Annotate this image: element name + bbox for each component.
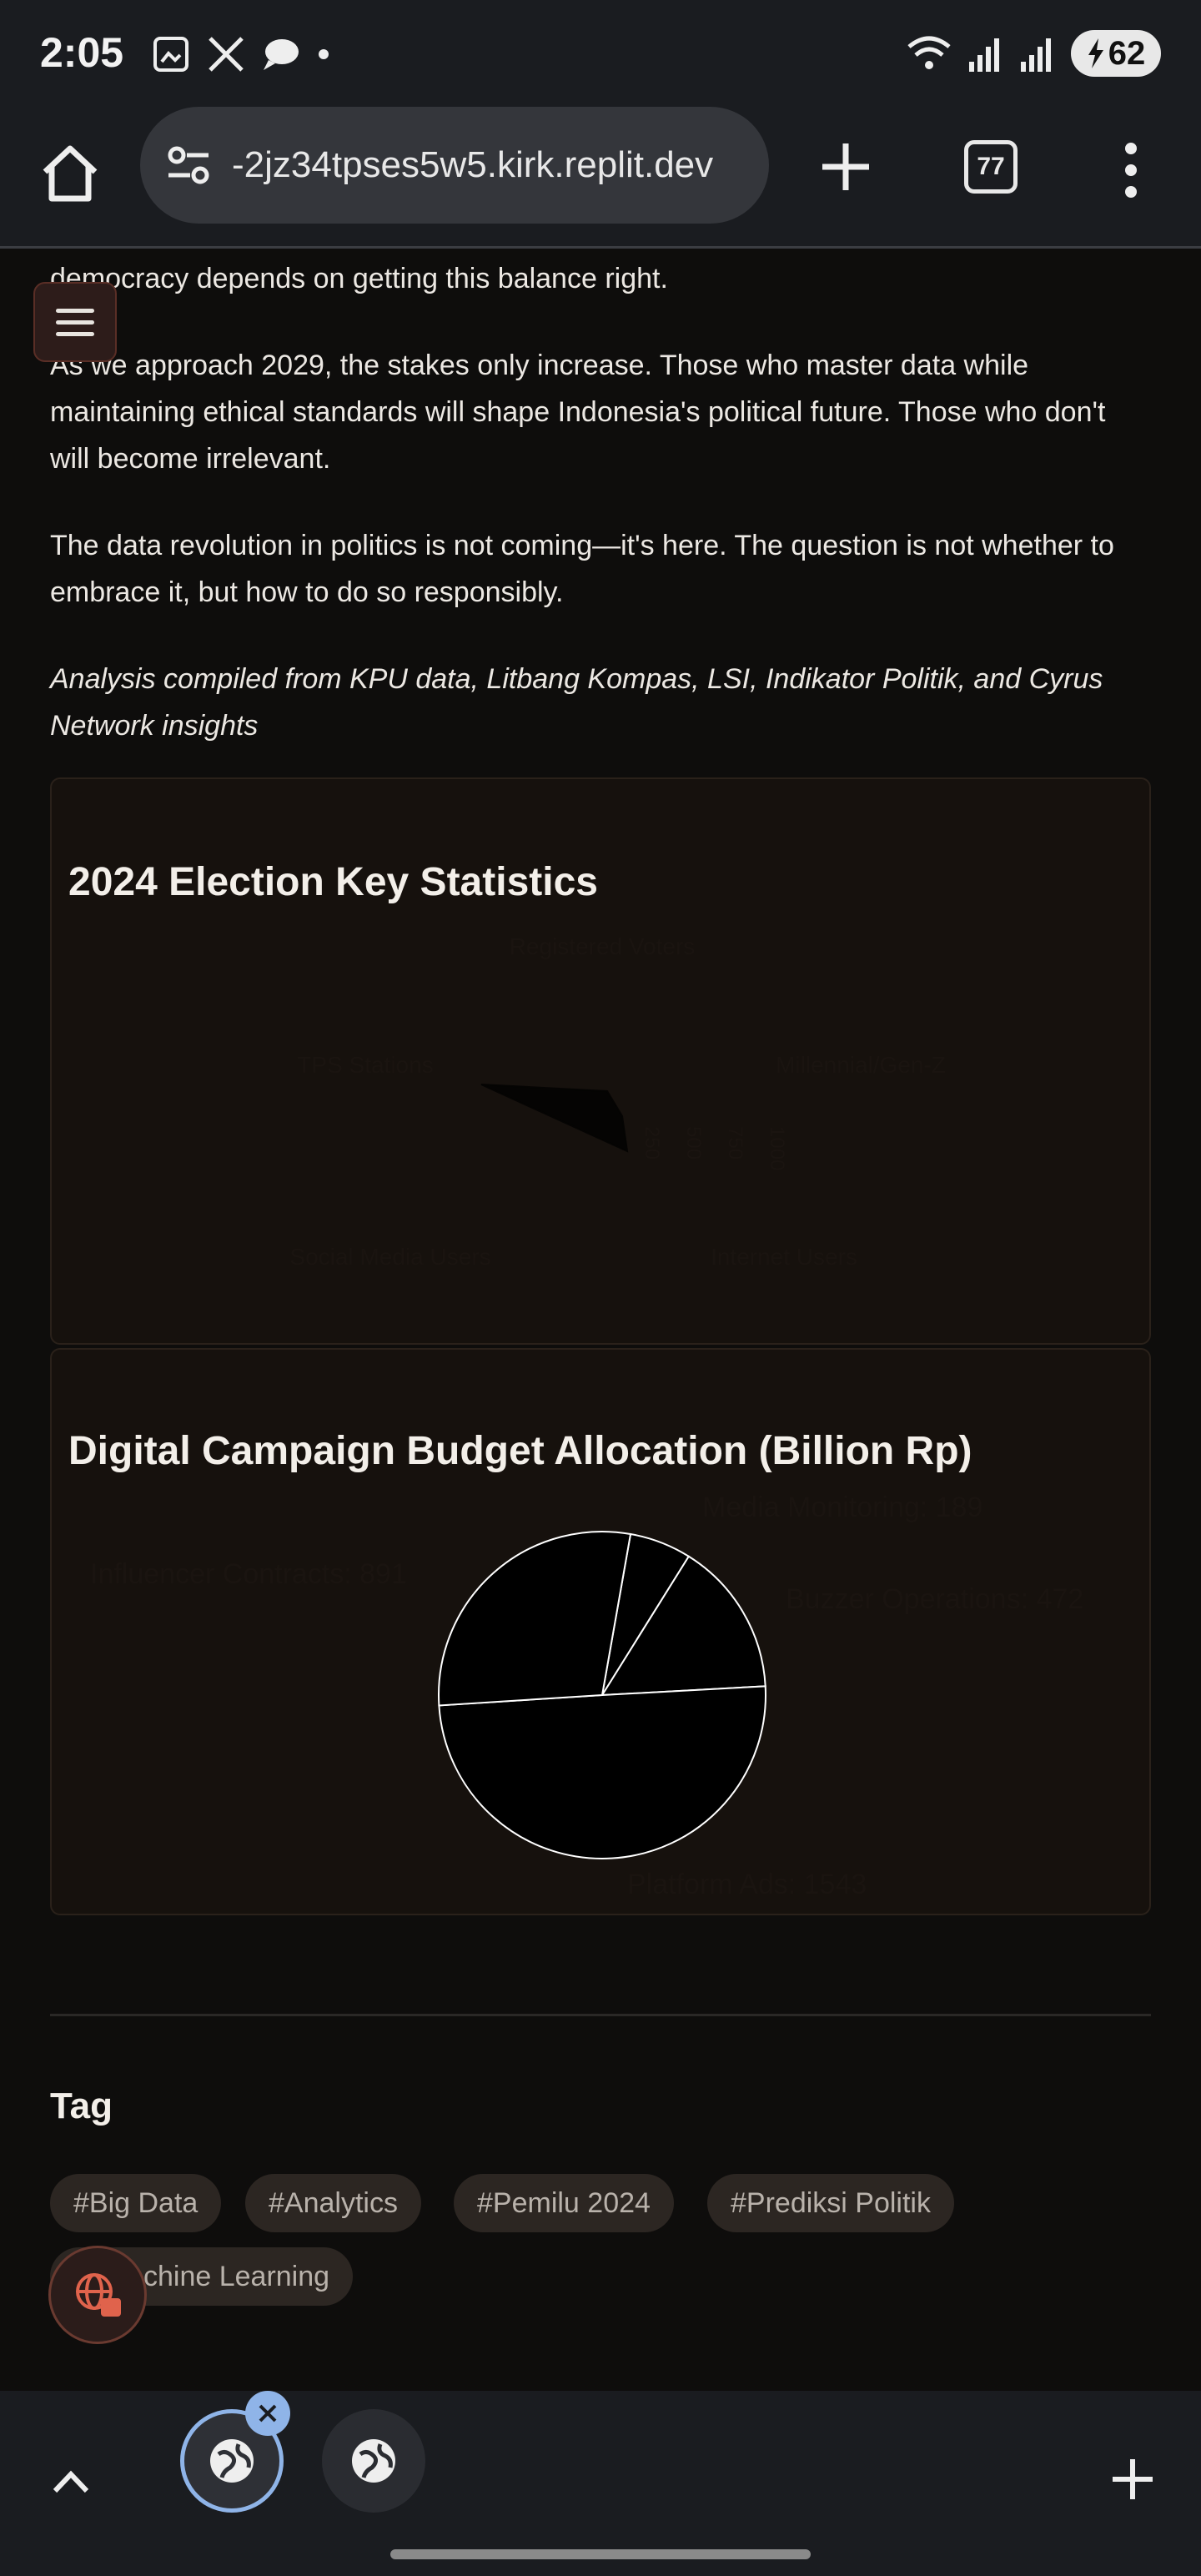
tag-chip[interactable]: #Pemilu 2024 xyxy=(454,2174,674,2232)
x-logo-icon xyxy=(209,37,244,72)
radar-axis-label: TPS Stations xyxy=(297,1052,433,1078)
section-divider xyxy=(50,2014,1151,2016)
chevron-up-icon[interactable] xyxy=(50,2463,92,2504)
article-cut-line: democracy depends on getting this balanc… xyxy=(50,263,668,294)
radar-chart: Registered Voters Millennial/Gen-Z Inter… xyxy=(289,933,946,1270)
globe-icon xyxy=(352,2439,395,2483)
wifi-icon xyxy=(907,36,951,69)
stats-chart-card: 2024 Election Key Statistics Registered … xyxy=(50,777,1151,1345)
system-icons: 62 xyxy=(906,30,1161,77)
screenshot-icon xyxy=(153,37,188,72)
pie-label: Buzzer Operations: 472 xyxy=(786,1583,1083,1615)
radar-data-shape xyxy=(480,1084,629,1153)
menu-line xyxy=(56,319,94,325)
radar-tick-label: 750 xyxy=(724,1126,746,1160)
url-text[interactable]: -2jz34tpses5w5.kirk.replit.dev xyxy=(232,144,749,186)
new-tab-icon[interactable] xyxy=(812,133,879,200)
globe-icon xyxy=(210,2439,254,2483)
site-settings-icon[interactable] xyxy=(162,138,215,192)
radar-axis-label: Registered Voters xyxy=(510,933,696,959)
charging-icon xyxy=(1088,38,1103,68)
pie-label: Media Monitoring: 189 xyxy=(702,1492,982,1523)
budget-chart-card: Digital Campaign Budget Allocation (Bill… xyxy=(50,1348,1151,1915)
article-paragraph: The data revolution in politics is not c… xyxy=(50,530,1114,608)
new-tab-icon[interactable] xyxy=(1108,2454,1158,2504)
status-bar: 2:05 62 xyxy=(0,0,1201,107)
signal-icon-2 xyxy=(1021,38,1051,72)
tags-heading: Tag xyxy=(50,2085,113,2126)
browser-toolbar: -2jz34tpses5w5.kirk.replit.dev 77 xyxy=(0,107,1201,249)
radar-tick-label: 250 xyxy=(641,1126,663,1160)
address-bar[interactable]: -2jz34tpses5w5.kirk.replit.dev xyxy=(140,107,769,224)
site-menu-button[interactable] xyxy=(33,282,117,362)
pie-chart: Media Monitoring: 189 Buzzer Operations:… xyxy=(90,1492,1083,1900)
other-tab[interactable] xyxy=(322,2409,425,2513)
close-icon xyxy=(259,2404,277,2423)
radar-axis-label: Millennial/Gen-Z xyxy=(776,1052,946,1078)
translate-fab[interactable] xyxy=(48,2246,147,2344)
tag-chip[interactable]: #Analytics xyxy=(245,2174,421,2232)
radar-axis-label: Internet Users xyxy=(711,1244,857,1270)
signal-icon xyxy=(969,38,999,72)
pie-label: Platform Ads: 1543 xyxy=(627,1869,867,1900)
menu-line xyxy=(56,331,94,336)
translate-globe-icon xyxy=(76,2273,121,2317)
battery-indicator: 62 xyxy=(1071,30,1161,77)
article-paragraph: As we approach 2029, the stakes only inc… xyxy=(50,350,1106,475)
pie-label: Influencer Contracts: 891 xyxy=(90,1558,407,1590)
more-menu-icon[interactable] xyxy=(1114,137,1148,204)
status-time: 2:05 xyxy=(40,29,124,76)
radar-tick-label: 500 xyxy=(682,1126,705,1160)
pie-slice xyxy=(438,1685,766,1859)
menu-line xyxy=(56,308,94,313)
source-note: Analysis compiled from KPU data, Litbang… xyxy=(50,663,1103,742)
tag-chip[interactable]: #Prediksi Politik xyxy=(707,2174,954,2232)
gesture-home-indicator xyxy=(390,2549,811,2559)
chat-icon xyxy=(264,39,299,70)
close-tab-button[interactable] xyxy=(245,2391,290,2436)
tab-switcher-button[interactable]: 77 xyxy=(964,140,1018,194)
battery-level: 62 xyxy=(1108,34,1146,72)
notification-icons xyxy=(150,33,332,75)
home-icon[interactable] xyxy=(37,140,103,207)
dot-icon xyxy=(319,49,329,59)
radar-tick-label: 1000 xyxy=(766,1126,788,1170)
tag-chip[interactable]: #Big Data xyxy=(50,2174,222,2232)
bottom-tab-bar xyxy=(0,2391,1201,2576)
radar-axis-label: Social Media Users xyxy=(289,1244,490,1270)
pie-slice xyxy=(438,1531,632,1707)
